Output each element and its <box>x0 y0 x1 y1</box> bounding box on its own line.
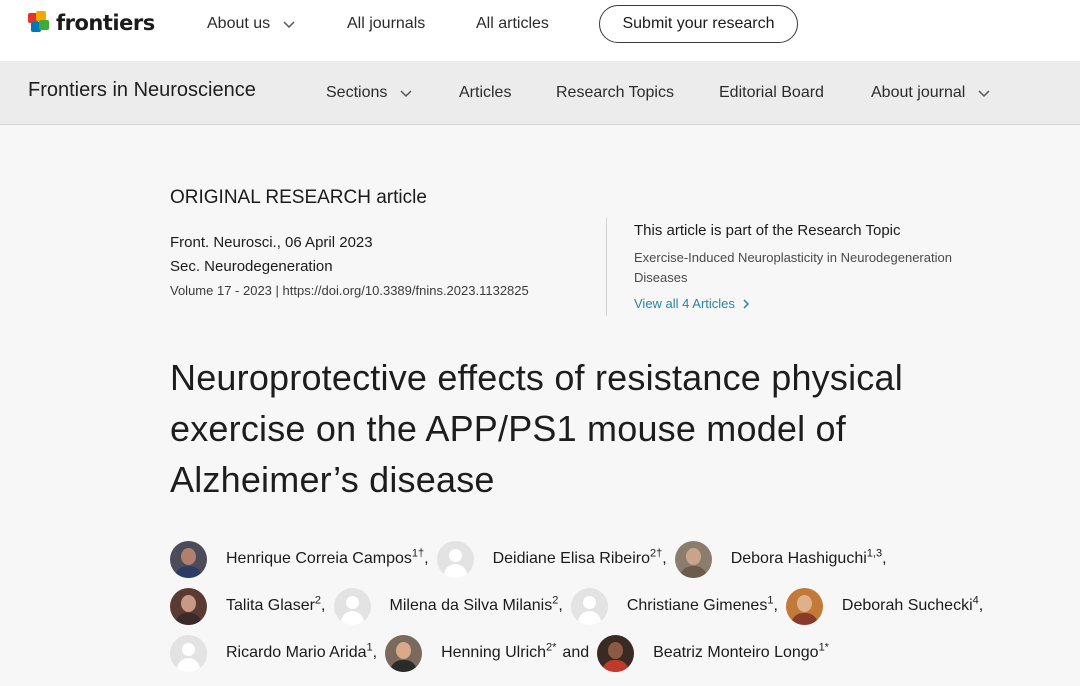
author-separator: , <box>882 550 887 567</box>
author-name-text: Henrique Correia Campos <box>226 550 412 567</box>
nav-all-journals-label: All journals <box>347 15 426 32</box>
author-name: Christiane Gimenes1 <box>626 595 774 615</box>
author-name: Talita Glaser2 <box>226 595 321 615</box>
author-item[interactable]: Ricardo Mario Arida1, <box>170 634 385 672</box>
research-topic-name[interactable]: Exercise-Induced Neuroplasticity in Neur… <box>634 248 1004 288</box>
affiliation-sup: 1† <box>411 547 425 560</box>
author-separator: , <box>372 644 378 661</box>
affiliation-sup: 2† <box>649 547 663 560</box>
author-name-text: Henning Ulrich <box>441 644 547 661</box>
nav-all-journals[interactable]: All journals <box>347 13 425 35</box>
avatar <box>436 540 474 578</box>
nav-sections[interactable]: Sections <box>326 82 413 104</box>
author-separator: , <box>558 597 563 614</box>
author-name-text: Beatriz Monteiro Longo <box>653 644 819 661</box>
author-item[interactable]: Debora Hashiguchi1,3, <box>674 540 895 578</box>
author-name: Henrique Correia Campos1† <box>226 547 425 568</box>
author-name-text: Christiane Gimenes <box>626 597 768 614</box>
article-title: Neuroprotective effects of resistance ph… <box>170 357 903 500</box>
nav-all-articles[interactable]: All articles <box>476 13 549 35</box>
chevron-right-icon <box>743 298 749 309</box>
volume-doi[interactable]: Volume 17 - 2023 | https://doi.org/10.33… <box>170 283 529 298</box>
nav-articles[interactable]: Articles <box>459 82 511 104</box>
journal-date: Front. Neurosci., 06 April 2023 <box>170 234 373 251</box>
article-type: ORIGINAL RESEARCH article <box>170 187 427 209</box>
chevron-down-icon <box>283 21 295 29</box>
nav-research-topics[interactable]: Research Topics <box>556 82 674 104</box>
affiliation-sup: 1* <box>818 641 829 654</box>
submit-research-button[interactable]: Submit your research <box>599 5 798 43</box>
journal-title[interactable]: Frontiers in Neuroscience <box>28 79 256 102</box>
journal-nav: Frontiers in Neuroscience Sections Artic… <box>0 61 1080 125</box>
affiliation-sup: 2* <box>546 641 557 654</box>
view-all-articles-label: View all 4 Articles <box>634 296 735 311</box>
article-header: ORIGINAL RESEARCH article Front. Neurosc… <box>0 126 1080 686</box>
nav-research-topics-label: Research Topics <box>556 84 674 101</box>
author-name: Ricardo Mario Arida1 <box>226 642 373 662</box>
author-separator: , <box>662 550 667 567</box>
section-link[interactable]: Sec. Neurodegeneration <box>170 258 333 275</box>
nav-about-journal-label: About journal <box>871 84 966 101</box>
author-separator: , <box>978 597 984 614</box>
chevron-down-icon <box>978 90 990 98</box>
global-nav: frontiers About us All journals All arti… <box>0 0 1080 61</box>
author-item[interactable]: Deidiane Elisa Ribeiro2†, <box>436 540 675 578</box>
avatar <box>674 540 712 578</box>
brand-name: frontiers <box>56 11 155 35</box>
author-item[interactable]: Talita Glaser2, <box>170 587 334 625</box>
author-name: Henning Ulrich2* <box>441 641 557 662</box>
affiliation-sup: 1,3 <box>866 547 883 560</box>
author-name-text: Ricardo Mario Arida <box>226 644 367 661</box>
avatar <box>333 587 371 625</box>
author-item[interactable]: Henning Ulrich2* <box>385 634 557 672</box>
author-name: Debora Hashiguchi1,3 <box>730 547 883 568</box>
author-name-text: Talita Glaser <box>226 597 315 614</box>
frontiers-logo-icon <box>28 11 50 35</box>
author-item[interactable]: Milena da Silva Milanis2, <box>333 587 571 625</box>
avatar <box>170 540 207 578</box>
nav-all-articles-label: All articles <box>476 15 549 32</box>
and-label: and <box>562 644 590 661</box>
author-name-text: Milena da Silva Milanis <box>389 597 553 614</box>
author-row: Talita Glaser2, Milena da Silva Milanis2… <box>170 587 991 625</box>
nav-about-journal[interactable]: About journal <box>871 82 991 104</box>
author-item[interactable]: Deborah Suchecki4, <box>785 587 991 625</box>
avatar <box>170 587 207 625</box>
avatar <box>570 587 608 625</box>
author-item[interactable]: Christiane Gimenes1, <box>570 587 786 625</box>
author-name-text: Deborah Suchecki <box>841 597 973 614</box>
author-name-text: Deidiane Elisa Ribeiro <box>492 550 650 567</box>
nav-editorial-board-label: Editorial Board <box>719 84 824 101</box>
research-topic-heading: This article is part of the Research Top… <box>634 222 901 239</box>
author-name: Milena da Silva Milanis2 <box>389 595 559 615</box>
author-name: Beatriz Monteiro Longo1* <box>653 641 829 662</box>
chevron-down-icon <box>400 90 412 98</box>
nav-about-us[interactable]: About us <box>207 13 296 35</box>
view-all-articles-link[interactable]: View all 4 Articles <box>634 296 751 311</box>
article-type-prefix: ORIGINAL RESEARCH <box>170 187 371 208</box>
author-name-text: Debora Hashiguchi <box>730 550 867 567</box>
author-separator: , <box>424 550 429 567</box>
avatar <box>785 587 823 625</box>
author-separator: , <box>773 597 778 614</box>
author-separator: , <box>321 597 326 614</box>
author-row: Ricardo Mario Arida1, Henning Ulrich2* a… <box>170 634 829 672</box>
avatar <box>597 634 635 672</box>
author-item[interactable]: Beatriz Monteiro Longo1* <box>597 634 829 672</box>
article-type-suffix: article <box>370 187 427 208</box>
author-name: Deborah Suchecki4 <box>841 595 979 615</box>
nav-sections-label: Sections <box>326 84 388 101</box>
author-item[interactable]: Henrique Correia Campos1†, <box>170 540 437 578</box>
nav-articles-label: Articles <box>459 84 512 101</box>
author-name: Deidiane Elisa Ribeiro2† <box>492 547 663 568</box>
author-row: Henrique Correia Campos1†, Deidiane Elis… <box>170 540 895 578</box>
avatar <box>170 634 207 672</box>
divider <box>606 218 607 316</box>
frontiers-logo[interactable]: frontiers <box>28 10 155 36</box>
nav-about-us-label: About us <box>207 15 271 32</box>
avatar <box>385 634 423 672</box>
nav-editorial-board[interactable]: Editorial Board <box>719 82 824 104</box>
